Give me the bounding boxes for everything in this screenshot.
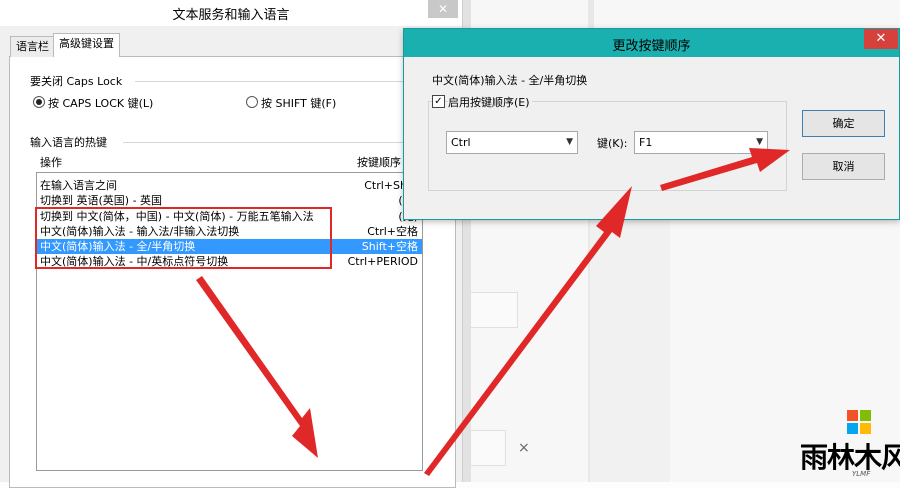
watermark-logo-subtext: YLMF xyxy=(852,470,871,478)
annotation-arrow xyxy=(660,148,790,191)
annotation-arrow xyxy=(196,276,318,458)
annotation-arrows xyxy=(196,148,790,476)
annotation-arrow xyxy=(424,186,632,476)
windows-logo-icon xyxy=(847,410,871,434)
watermark-logo-text: 雨林木风 xyxy=(800,441,900,474)
